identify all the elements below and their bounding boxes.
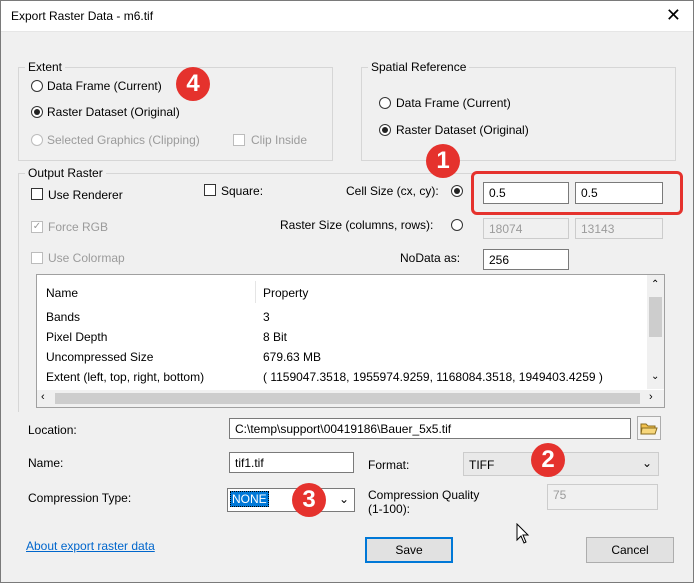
square-label: Square: [221, 184, 264, 198]
location-input[interactable]: C:\temp\support\00419186\Bauer_5x5.tif [229, 418, 631, 439]
rows-input[interactable]: 13143 [575, 218, 663, 239]
row-name: Uncompressed Size [46, 350, 154, 364]
cell-cy-input[interactable]: 0.5 [575, 182, 663, 204]
use-colormap-checkbox[interactable] [31, 252, 43, 264]
chevron-down-icon: ⌄ [641, 456, 652, 470]
compression-type-select[interactable]: NONE ⌄ [227, 488, 355, 512]
scroll-up-icon[interactable]: ⌃ [651, 279, 659, 290]
list-item: Pixel Depth 8 Bit [37, 328, 637, 347]
clip-inside-checkbox[interactable] [233, 134, 245, 146]
list-header: Name Property [37, 284, 637, 303]
folder-icon [640, 423, 658, 435]
extent-selected-graphics-radio[interactable] [31, 134, 43, 146]
scroll-thumb[interactable] [649, 297, 662, 337]
close-icon[interactable]: ✕ [666, 5, 681, 25]
annotation-badge-1: 1 [426, 144, 460, 178]
extent-data-frame-label: Data Frame (Current) [47, 79, 162, 93]
compression-quality-line1: Compression Quality [368, 488, 480, 502]
mouse-cursor-icon [516, 523, 530, 544]
row-name: Pixel Depth [46, 330, 108, 344]
extent-label: Extent [25, 60, 66, 74]
horizontal-scrollbar[interactable]: ‹ › [37, 390, 664, 407]
cancel-button[interactable]: Cancel [586, 537, 674, 563]
annotation-badge-3: 3 [292, 483, 326, 517]
compression-type-value: NONE [230, 491, 269, 507]
annotation-badge-2: 2 [531, 443, 565, 477]
row-value: 679.63 MB [263, 350, 322, 364]
browse-folder-button[interactable] [637, 416, 661, 440]
nodata-input[interactable]: 256 [483, 249, 569, 270]
annotation-badge-4: 4 [176, 67, 210, 101]
row-value: 3 [263, 310, 270, 324]
cell-size-label: Cell Size (cx, cy): [346, 184, 439, 198]
extent-selected-graphics-label: Selected Graphics (Clipping) [47, 133, 200, 147]
compression-quality-label: Compression Quality (1-100): [368, 488, 479, 516]
sr-raster-dataset-label: Raster Dataset (Original) [396, 123, 529, 137]
output-raster-label: Output Raster [25, 166, 106, 180]
header-property: Property [263, 286, 309, 300]
hscroll-thumb[interactable] [55, 393, 640, 404]
sr-raster-dataset-radio[interactable] [379, 124, 391, 136]
export-raster-dialog: Export Raster Data - m6.tif ✕ Extent Dat… [0, 0, 694, 583]
spatial-reference-group: Spatial Reference [361, 60, 676, 161]
compression-type-label: Compression Type: [28, 491, 132, 505]
row-name: Extent (left, top, right, bottom) [46, 370, 205, 384]
use-renderer-checkbox[interactable] [31, 188, 43, 200]
spatial-reference-label: Spatial Reference [368, 60, 470, 74]
list-item: Uncompressed Size 679.63 MB [37, 348, 637, 367]
row-value: 8 Bit [263, 330, 288, 344]
extent-raster-dataset-label: Raster Dataset (Original) [47, 105, 180, 119]
scroll-right-icon[interactable]: › [649, 391, 653, 403]
extent-raster-dataset-radio[interactable] [31, 106, 43, 118]
raster-size-label: Raster Size (columns, rows): [280, 218, 434, 232]
cell-cx-input[interactable]: 0.5 [483, 182, 569, 204]
force-rgb-checkbox[interactable]: ✓ [31, 221, 43, 233]
format-value: TIFF [469, 458, 495, 472]
chevron-down-icon: ⌄ [338, 492, 349, 506]
row-name: Bands [46, 310, 81, 324]
header-name: Name [46, 286, 79, 300]
title-bar: Export Raster Data - m6.tif ✕ [1, 1, 693, 32]
dialog-title: Export Raster Data - m6.tif [11, 9, 154, 23]
cell-size-radio[interactable] [451, 185, 463, 197]
scroll-down-icon[interactable]: ⌄ [651, 371, 659, 382]
use-renderer-label: Use Renderer [48, 188, 123, 202]
clip-inside-label: Clip Inside [251, 133, 308, 147]
scroll-left-icon[interactable]: ‹ [41, 391, 45, 403]
location-label: Location: [28, 423, 77, 437]
row-value: ( 1159047.3518, 1955974.9259, 1168084.35… [263, 370, 603, 384]
sr-data-frame-label: Data Frame (Current) [396, 96, 511, 110]
force-rgb-label: Force RGB [48, 220, 109, 234]
properties-list[interactable]: Name Property Bands 3 Pixel Depth 8 Bit … [36, 274, 665, 408]
use-colormap-label: Use Colormap [48, 251, 125, 265]
about-export-link[interactable]: About export raster data [26, 539, 155, 553]
vertical-scrollbar[interactable]: ⌃ ⌄ [647, 275, 664, 389]
sr-data-frame-radio[interactable] [379, 97, 391, 109]
compression-quality-input[interactable]: 75 [547, 484, 658, 510]
save-button[interactable]: Save [365, 537, 453, 563]
extent-data-frame-radio[interactable] [31, 80, 43, 92]
nodata-label: NoData as: [400, 251, 461, 265]
list-item: Bands 3 [37, 308, 637, 327]
raster-size-radio[interactable] [451, 219, 463, 231]
name-input[interactable]: tif1.tif [229, 452, 354, 473]
name-label: Name: [28, 456, 64, 470]
square-checkbox[interactable] [204, 184, 216, 196]
compression-quality-line2: (1-100): [368, 502, 411, 516]
header-divider [255, 281, 256, 303]
format-label: Format: [368, 458, 410, 472]
columns-input[interactable]: 18074 [483, 218, 569, 239]
list-item: Extent (left, top, right, bottom) ( 1159… [37, 368, 645, 387]
